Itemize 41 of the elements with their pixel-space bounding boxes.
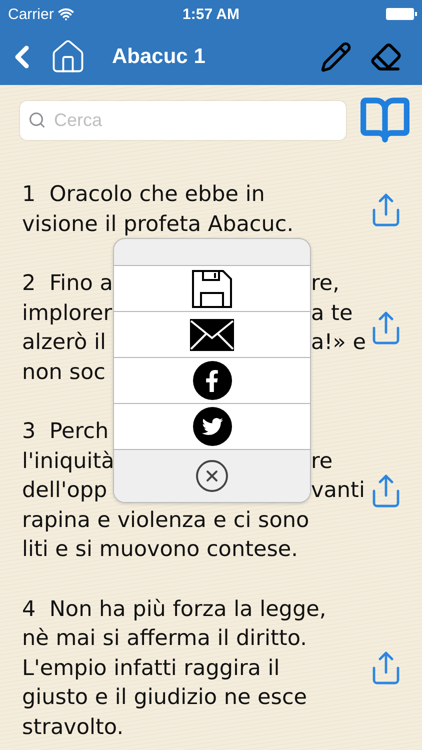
envelope-icon (190, 318, 234, 350)
cancel-button[interactable] (114, 450, 310, 502)
twitter-button[interactable] (114, 404, 310, 450)
verse-text: visione il profeta Abacuc. (22, 210, 295, 238)
verse-text: a te (311, 300, 354, 328)
verse-text: 3 Perch (22, 418, 110, 446)
verse-text: dell'opp (22, 477, 108, 505)
verse-text: vanti (311, 477, 366, 505)
pencil-icon (320, 40, 352, 72)
verse-text: implorer (22, 300, 113, 328)
verse-text: giusto e il giudizio ne esce (22, 684, 308, 712)
verse-text: stravolto. (22, 714, 125, 742)
verse-text: nè mai si afferma il diritto. (22, 625, 308, 653)
book-button[interactable] (358, 98, 412, 142)
facebook-icon (192, 361, 232, 400)
email-button[interactable] (114, 312, 310, 358)
verse-text: 1 Oracolo che ebbe in (22, 181, 266, 209)
verse-text: l'iniquità (22, 448, 113, 476)
verse-text: a!» e (311, 329, 366, 357)
verse-text: re (311, 448, 334, 476)
close-icon (194, 458, 230, 494)
facebook-button[interactable] (114, 358, 310, 404)
verse-text: alzerò il (22, 329, 107, 357)
eraser-icon (370, 40, 402, 72)
verse-text: liti e si muovono contese. (22, 536, 299, 564)
verse-text: 4 Non ha più forza la legge, (22, 596, 328, 624)
twitter-icon (192, 407, 232, 446)
carrier-label: Carrier (8, 6, 54, 22)
wifi-icon (58, 6, 74, 22)
save-button[interactable] (114, 266, 310, 312)
verse-text: 2 Fino a (22, 270, 113, 298)
search-icon (28, 111, 46, 129)
verse-text: L'empio infatti raggira il (22, 654, 281, 682)
verse-text: re, (311, 270, 340, 298)
verse-text: non soc (22, 358, 106, 386)
search-field[interactable]: Cerca (52, 108, 338, 132)
battery-icon (386, 8, 414, 20)
nav-title: Abacuc 1 (112, 44, 206, 68)
status-time: 1:57 AM (182, 6, 240, 22)
verse-text: rapina e violenza e ci sono (22, 506, 310, 534)
search-bar[interactable]: Cerca (20, 100, 346, 140)
